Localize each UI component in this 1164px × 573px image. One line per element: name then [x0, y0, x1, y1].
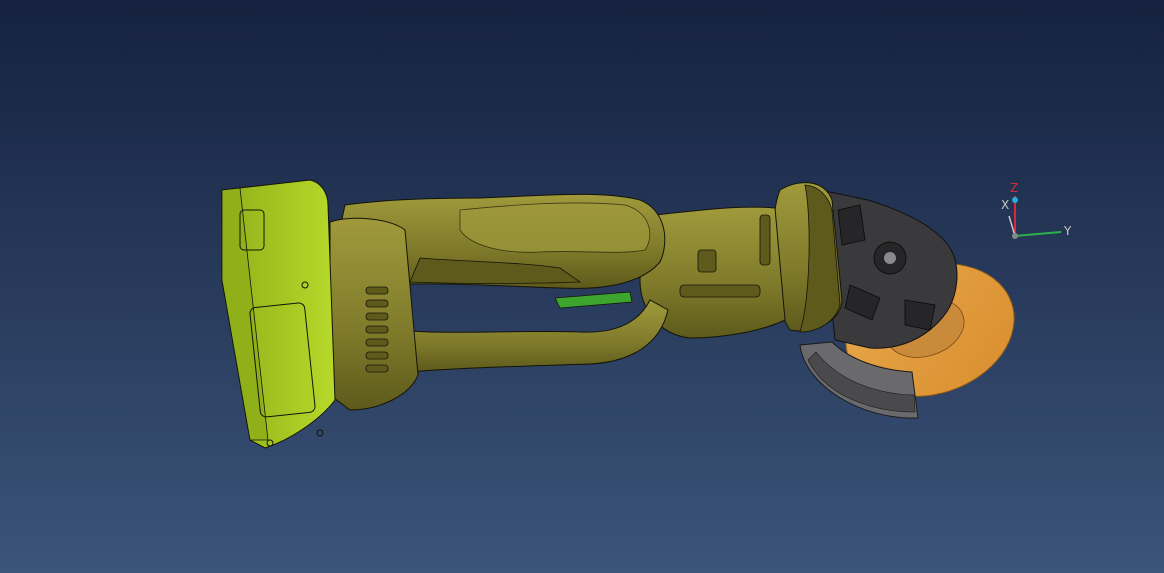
handle-loop[interactable]: [399, 299, 669, 373]
x-axis-label: X: [1001, 198, 1009, 212]
triad-origin: [1012, 233, 1018, 239]
z-axis-label: Z: [1010, 181, 1018, 195]
3d-viewport[interactable]: Z X Y: [0, 0, 1164, 573]
gear-head[interactable]: [819, 189, 958, 349]
y-axis-line: [1014, 231, 1062, 237]
y-axis-label: Y: [1063, 224, 1072, 238]
battery-mount: [329, 217, 419, 411]
battery-pack[interactable]: [221, 179, 336, 449]
z-axis-tip: [1012, 197, 1018, 203]
trigger-switch[interactable]: [554, 291, 633, 309]
angle-grinder-model[interactable]: [0, 0, 1164, 573]
axis-triad[interactable]: Z X Y: [995, 178, 1085, 248]
vent-slots: [365, 286, 389, 373]
